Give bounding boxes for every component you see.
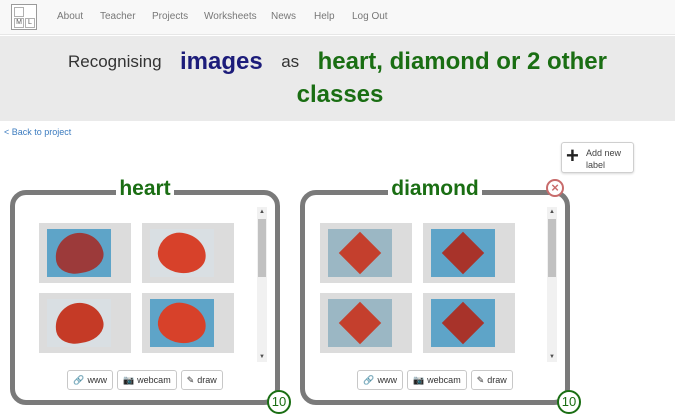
heart-shape [51, 299, 107, 347]
add-new-label-button[interactable]: + Add new label [561, 142, 634, 173]
camera-icon: 📷 [412, 375, 425, 385]
camera-icon: 📷 [122, 375, 135, 385]
heart-shape [51, 229, 107, 277]
logo-letter-l: L [25, 18, 35, 28]
bucket-label: heart [116, 177, 174, 200]
training-image[interactable] [142, 223, 234, 283]
header-line-2: classes [296, 81, 384, 108]
logo-cell [14, 7, 24, 17]
add-new-label-text: Add new label [586, 148, 622, 170]
label-bucket-diamond: diamond × ▲ ▼ 🔗 www 📷 webcam ✎ draw 10 [300, 177, 581, 414]
image-thumbnail [328, 229, 392, 277]
logo-letter-m: M [14, 18, 24, 28]
nav-help[interactable]: Help [314, 11, 335, 22]
training-image[interactable] [423, 223, 515, 283]
webcam-label: webcam [137, 375, 171, 385]
image-thumbnail [47, 299, 111, 347]
training-image[interactable] [320, 223, 412, 283]
close-icon: × [551, 180, 559, 195]
draw-button[interactable]: ✎ draw [470, 370, 513, 390]
webcam-button[interactable]: 📷 webcam [406, 370, 467, 390]
bucket-title: diamond [305, 177, 565, 201]
scrollbar[interactable]: ▲ ▼ [257, 207, 267, 362]
webcam-label: webcam [427, 375, 461, 385]
scroll-up-arrow-icon[interactable]: ▲ [549, 208, 555, 216]
diamond-shape [338, 231, 382, 275]
draw-label: draw [487, 375, 507, 385]
example-count-badge: 10 [267, 390, 291, 414]
training-image[interactable] [142, 293, 234, 353]
image-thumbnail [431, 299, 495, 347]
image-thumbnail [328, 299, 392, 347]
label-bucket-heart: heart ▲ ▼ 🔗 www 📷 webcam ✎ draw 10 [10, 177, 291, 414]
ml4kids-logo[interactable]: M L [11, 4, 37, 30]
scrollbar[interactable]: ▲ ▼ [547, 207, 557, 362]
scroll-down-arrow-icon[interactable]: ▼ [549, 353, 555, 361]
draw-button[interactable]: ✎ draw [180, 370, 223, 390]
diamond-shape [441, 301, 485, 345]
training-image[interactable] [39, 293, 131, 353]
nav-news[interactable]: News [271, 11, 296, 22]
scroll-up-arrow-icon[interactable]: ▲ [259, 208, 265, 216]
image-thumbnail [150, 229, 214, 277]
add-example-tools: 🔗 www 📷 webcam ✎ draw [305, 370, 565, 390]
diamond-shape [338, 301, 382, 345]
nav-logout[interactable]: Log Out [352, 11, 388, 22]
image-thumbnail [47, 229, 111, 277]
bucket-title: heart [15, 177, 275, 201]
heart-shape [155, 299, 209, 347]
nav-about[interactable]: About [57, 11, 83, 22]
www-label: www [87, 375, 107, 385]
link-icon: 🔗 [363, 375, 375, 385]
www-button[interactable]: 🔗 www [357, 370, 403, 390]
training-image[interactable] [39, 223, 131, 283]
project-header: Recognising images as heart, diamond or … [0, 36, 675, 121]
header-subject: images [180, 48, 263, 75]
delete-label-button[interactable]: × [546, 179, 564, 197]
pencil-icon: ✎ [476, 375, 485, 385]
nav-worksheets[interactable]: Worksheets [204, 11, 257, 22]
header-middle: as [281, 52, 300, 71]
nav-teacher[interactable]: Teacher [100, 11, 136, 22]
www-button[interactable]: 🔗 www [67, 370, 113, 390]
bucket-label: diamond [388, 177, 482, 200]
scroll-down-arrow-icon[interactable]: ▼ [259, 353, 265, 361]
header-classes: heart, diamond or 2 other [317, 48, 607, 75]
scrollbar-thumb[interactable] [548, 219, 556, 277]
heart-shape [155, 229, 209, 277]
training-images-list[interactable] [25, 207, 275, 362]
back-to-project-link[interactable]: < Back to project [4, 127, 71, 137]
diamond-shape [441, 231, 485, 275]
www-label: www [377, 375, 397, 385]
training-image[interactable] [423, 293, 515, 353]
add-example-tools: 🔗 www 📷 webcam ✎ draw [15, 370, 275, 390]
training-image[interactable] [320, 293, 412, 353]
training-images-list[interactable] [315, 207, 565, 362]
header-line-1: Recognising images as heart, diamond or … [0, 48, 675, 76]
plus-icon: + [566, 143, 579, 168]
link-icon: 🔗 [73, 375, 85, 385]
nav-projects[interactable]: Projects [152, 11, 188, 22]
image-thumbnail [431, 229, 495, 277]
pencil-icon: ✎ [186, 375, 195, 385]
draw-label: draw [197, 375, 217, 385]
scrollbar-thumb[interactable] [258, 219, 266, 277]
example-count-badge: 10 [557, 390, 581, 414]
webcam-button[interactable]: 📷 webcam [116, 370, 177, 390]
header-prefix: Recognising [68, 52, 162, 71]
image-thumbnail [150, 299, 214, 347]
top-navbar: M L About Teacher Projects Worksheets Ne… [0, 0, 675, 35]
